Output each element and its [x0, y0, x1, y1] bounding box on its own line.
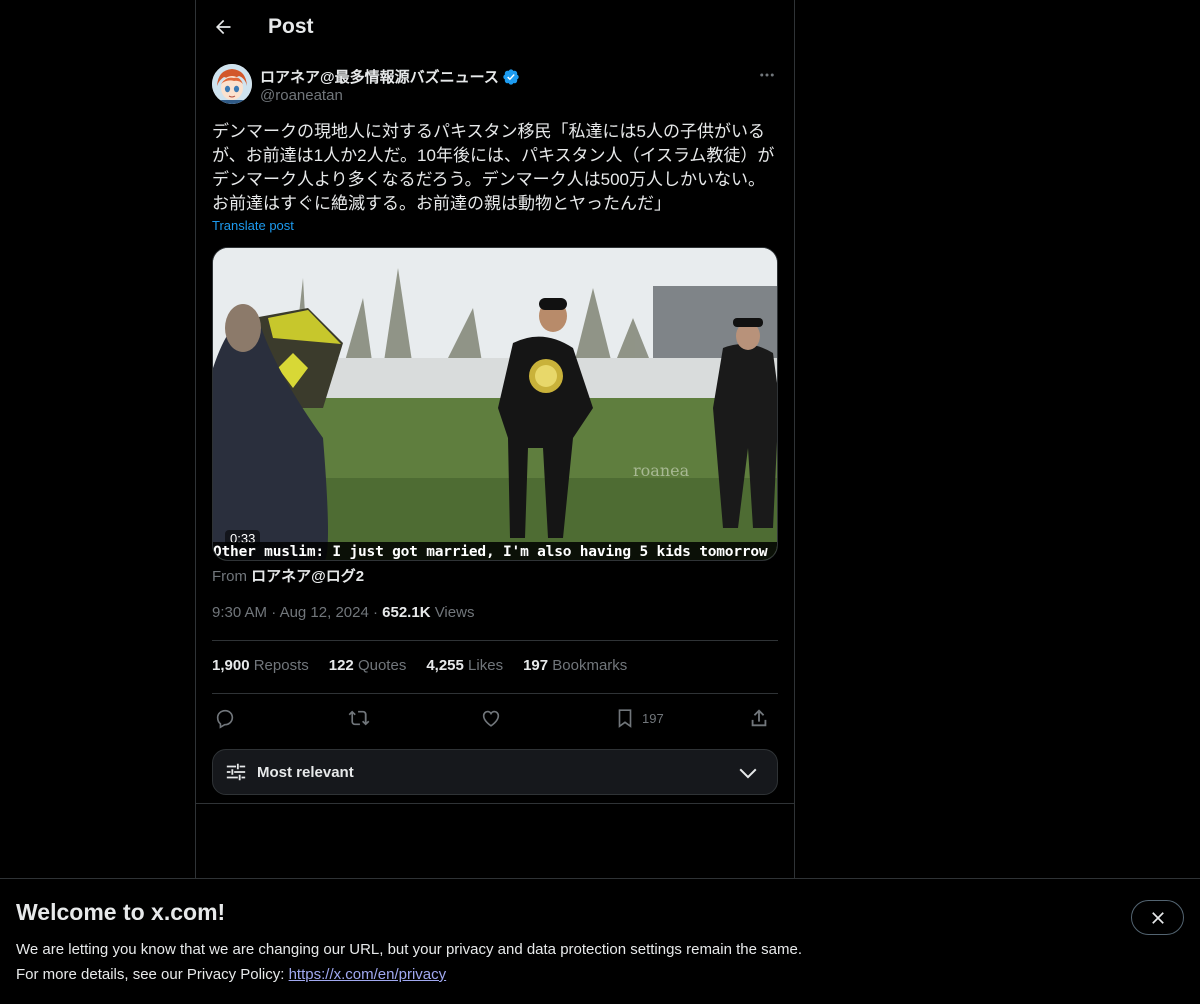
- bookmark-count: 197: [642, 710, 664, 726]
- privacy-policy-link[interactable]: https://x.com/en/privacy: [289, 966, 447, 983]
- views-label: Views: [434, 604, 475, 621]
- repost-icon: [348, 710, 370, 726]
- share-button[interactable]: [748, 706, 770, 730]
- verified-badge-icon[interactable]: [502, 68, 520, 86]
- banner-line-prefix: For more details, see our Privacy Policy…: [16, 966, 289, 983]
- divider: [212, 640, 778, 641]
- likes-stat[interactable]: 4,255 Likes: [426, 657, 503, 674]
- share-icon: [751, 709, 767, 727]
- author-name[interactable]: ロアネア@最多情報源バズニュース: [260, 66, 499, 87]
- chevron-down-icon: [739, 768, 757, 779]
- tweet-time[interactable]: 9:30 AM: [212, 604, 267, 621]
- back-arrow-icon[interactable]: [212, 16, 234, 38]
- tweet-video[interactable]: roanea 0:33 Other muslim: I just got mar…: [212, 247, 778, 561]
- tweet-text-line: が、お前達は1人か2人だ。10年後には、パキスタン人（イスラム教徒）が: [212, 146, 775, 165]
- avatar[interactable]: [212, 64, 252, 104]
- bookmarks-label: Bookmarks: [552, 657, 628, 674]
- banner-text: We are letting you know that we are chan…: [16, 937, 802, 987]
- quotes-count: 122: [328, 657, 354, 674]
- divider: [196, 803, 794, 804]
- reposts-label: Reposts: [253, 657, 309, 674]
- bookmark-icon: [618, 709, 632, 728]
- tweet-text: デンマークの現地人に対するパキスタン移民「私達には5人の子供がいる が、お前達は…: [212, 120, 782, 216]
- bookmarks-stat[interactable]: 197 Bookmarks: [523, 657, 627, 674]
- page-header: Post: [196, 0, 794, 54]
- close-banner-button[interactable]: [1131, 900, 1184, 935]
- bookmarks-count: 197: [523, 657, 549, 674]
- tweet-text-line: デンマークの現地人に対するパキスタン移民「私達には5人の子供がいる: [212, 122, 765, 141]
- author-name-row: ロアネア@最多情報源バズニュース: [260, 66, 520, 87]
- tweet-date[interactable]: Aug 12, 2024: [280, 604, 369, 621]
- translate-post-link[interactable]: Translate post: [212, 218, 294, 233]
- banner-line: For more details, see our Privacy Policy…: [16, 962, 802, 987]
- tweet-meta: 9:30 AM · Aug 12, 2024 · 652.1K Views: [212, 604, 474, 621]
- meta-separator: ·: [372, 604, 383, 621]
- sort-label: Most relevant: [257, 763, 354, 781]
- bookmark-button[interactable]: 197: [614, 706, 664, 730]
- banner-line: We are letting you know that we are chan…: [16, 941, 802, 958]
- video-watermark: roanea: [633, 461, 690, 480]
- divider: [212, 693, 778, 694]
- tweet-stats: 1,900 Reposts 122 Quotes 4,255 Likes 197…: [212, 657, 627, 674]
- video-frame: roanea: [213, 248, 777, 560]
- reposts-count: 1,900: [212, 657, 250, 674]
- media-source: From ロアネア@ログ2: [212, 565, 364, 586]
- media-source-link[interactable]: ロアネア@ログ2: [251, 568, 364, 585]
- quotes-label: Quotes: [357, 657, 407, 674]
- reply-icon: [216, 709, 234, 729]
- tweet-text-line: お前達はすぐに絶滅する。お前達の親は動物とヤったんだ」: [212, 194, 671, 213]
- more-options-icon[interactable]: [756, 64, 778, 86]
- like-button[interactable]: [480, 706, 502, 730]
- tweet-actions: 197: [212, 704, 778, 732]
- filter-sliders-icon: [226, 763, 246, 781]
- reposts-stat[interactable]: 1,900 Reposts: [212, 657, 309, 674]
- meta-separator: ·: [271, 604, 280, 621]
- tweet-author: ロアネア@最多情報源バズニュース @roaneatan: [212, 64, 778, 108]
- quotes-stat[interactable]: 122 Quotes: [329, 657, 407, 674]
- replies-sort-dropdown[interactable]: Most relevant: [212, 749, 778, 795]
- heart-icon: [482, 710, 500, 727]
- media-source-prefix: From: [212, 568, 247, 585]
- page-title: Post: [268, 15, 314, 38]
- reply-button[interactable]: [214, 706, 236, 730]
- repost-button[interactable]: [348, 706, 370, 730]
- author-handle[interactable]: @roaneatan: [260, 87, 343, 104]
- likes-label: Likes: [468, 657, 504, 674]
- views-count: 652.1K: [382, 604, 431, 621]
- main-column: Post ロアネア@最多情報源バズニュース @roaneatan デンマークの現…: [195, 0, 795, 1004]
- welcome-banner: Welcome to x.com! We are letting you kno…: [0, 878, 1200, 1004]
- banner-title: Welcome to x.com!: [16, 899, 226, 925]
- close-icon: [1151, 911, 1164, 924]
- tweet-text-line: デンマーク人より多くなるだろう。デンマーク人は500万人しかいない。: [212, 170, 765, 189]
- likes-count: 4,255: [426, 657, 464, 674]
- video-subtitle: Other muslim: I just got married, I'm al…: [213, 542, 777, 560]
